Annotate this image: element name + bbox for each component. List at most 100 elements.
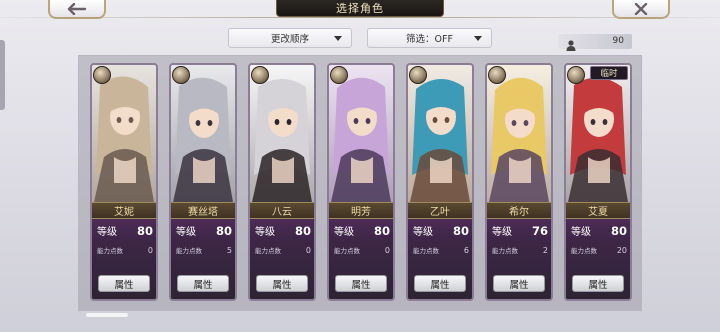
level-label: 等级: [413, 227, 433, 238]
ability-points-label: 能力点数: [492, 247, 518, 255]
level-label: 等级: [255, 227, 275, 238]
attribute-button[interactable]: 属性: [256, 275, 308, 292]
crescent-class-icon: [251, 66, 269, 84]
character-card[interactable]: 乙叶 等级 80 能力点数 6 属性: [406, 63, 474, 301]
ability-points-label: 能力点数: [176, 247, 202, 255]
level-row: 等级 80: [571, 223, 627, 239]
level-label: 等级: [571, 227, 591, 238]
ability-points-label: 能力点数: [255, 247, 281, 255]
ability-points-value: 6: [463, 245, 469, 255]
level-row: 等级 80: [255, 223, 311, 239]
sword-class-icon: [409, 66, 427, 84]
horizontal-scrollbar[interactable]: [86, 313, 128, 317]
page-title: 选择角色: [336, 2, 384, 15]
header-divider: [0, 17, 720, 18]
attribute-button[interactable]: 属性: [493, 275, 545, 292]
level-value: 80: [136, 224, 153, 238]
character-name-bar: 艾妮: [92, 202, 156, 219]
character-name-bar: 乙叶: [408, 202, 472, 219]
level-row: 等级 80: [97, 223, 153, 239]
back-arrow-icon: [67, 2, 87, 15]
close-x-icon: [634, 2, 648, 15]
character-portrait: [92, 65, 156, 202]
character-portrait: [408, 65, 472, 202]
level-value: 80: [610, 224, 627, 238]
character-card[interactable]: 艾妮 等级 80 能力点数 0 属性: [90, 63, 158, 301]
level-value: 76: [531, 224, 548, 238]
character-name: 明芳: [351, 207, 371, 218]
attribute-button[interactable]: 属性: [414, 275, 466, 292]
ability-points-value: 0: [147, 245, 153, 255]
dropdown-triangle-icon: [474, 36, 482, 41]
level-label: 等级: [97, 227, 117, 238]
character-name: 乙叶: [430, 207, 450, 218]
character-card[interactable]: 希尔 等级 76 能力点数 2 属性: [485, 63, 553, 301]
character-card[interactable]: 临时 艾夏 等级 80 能力点数 20 属性: [564, 63, 632, 301]
character-name: 艾夏: [588, 207, 608, 218]
ability-points-row: 能力点数 20: [571, 245, 627, 256]
character-name-bar: 希尔: [487, 202, 551, 219]
level-row: 等级 80: [334, 223, 390, 239]
level-value: 80: [215, 224, 232, 238]
ability-points-value: 2: [542, 245, 548, 255]
character-name: 赛丝塔: [188, 207, 218, 218]
character-name: 八云: [272, 207, 292, 218]
person-icon: [566, 36, 576, 55]
attribute-button[interactable]: 属性: [177, 275, 229, 292]
ability-points-label: 能力点数: [334, 247, 360, 255]
character-portrait: [329, 65, 393, 202]
roster-count: 90: [558, 34, 632, 51]
ability-points-row: 能力点数 0: [255, 245, 311, 256]
attribute-button[interactable]: 属性: [572, 275, 624, 292]
sort-label: 更改顺序: [270, 34, 309, 45]
character-portrait: [250, 65, 314, 202]
ability-points-row: 能力点数 0: [97, 245, 153, 256]
character-name-bar: 明芳: [329, 202, 393, 219]
sword-class-icon: [488, 66, 506, 84]
character-card[interactable]: 明芳 等级 80 能力点数 0 属性: [327, 63, 395, 301]
sort-dropdown[interactable]: 更改顺序: [228, 28, 352, 48]
character-portrait: [566, 65, 630, 202]
ability-points-row: 能力点数 0: [334, 245, 390, 256]
crescent-class-icon: [567, 66, 585, 84]
character-portrait: [171, 65, 235, 202]
character-name: 艾妮: [114, 207, 134, 218]
temporary-badge: 临时: [590, 66, 628, 80]
character-card[interactable]: 八云 等级 80 能力点数 0 属性: [248, 63, 316, 301]
attribute-button[interactable]: 属性: [98, 275, 150, 292]
attribute-button[interactable]: 属性: [335, 275, 387, 292]
level-label: 等级: [334, 227, 354, 238]
level-value: 80: [373, 224, 390, 238]
level-label: 等级: [176, 227, 196, 238]
crescent-class-icon: [93, 66, 111, 84]
level-value: 80: [452, 224, 469, 238]
crescent-class-icon: [330, 66, 348, 84]
character-portrait: [487, 65, 551, 202]
level-row: 等级 80: [413, 223, 469, 239]
close-button[interactable]: [612, 0, 670, 19]
level-row: 等级 80: [176, 223, 232, 239]
level-value: 80: [294, 224, 311, 238]
ability-points-row: 能力点数 5: [176, 245, 232, 256]
character-name-bar: 赛丝塔: [171, 202, 235, 219]
level-label: 等级: [492, 227, 512, 238]
filter-label: 筛选：OFF: [406, 34, 453, 45]
roster-count-value: 90: [612, 36, 624, 46]
ability-points-row: 能力点数 6: [413, 245, 469, 256]
character-name: 希尔: [509, 207, 529, 218]
filter-dropdown[interactable]: 筛选：OFF: [367, 28, 492, 48]
ability-points-value: 5: [226, 245, 232, 255]
character-card[interactable]: 赛丝塔 等级 80 能力点数 5 属性: [169, 63, 237, 301]
ability-points-label: 能力点数: [413, 247, 439, 255]
ability-points-row: 能力点数 2: [492, 245, 548, 256]
ability-points-label: 能力点数: [97, 247, 123, 255]
ability-points-value: 20: [616, 245, 627, 255]
ability-points-label: 能力点数: [571, 247, 597, 255]
ability-points-value: 0: [305, 245, 311, 255]
dropdown-triangle-icon: [334, 36, 342, 41]
sword-class-icon: [172, 66, 190, 84]
side-tab[interactable]: [0, 40, 5, 110]
character-name-bar: 艾夏: [566, 202, 630, 219]
level-row: 等级 76: [492, 223, 548, 239]
character-name-bar: 八云: [250, 202, 314, 219]
